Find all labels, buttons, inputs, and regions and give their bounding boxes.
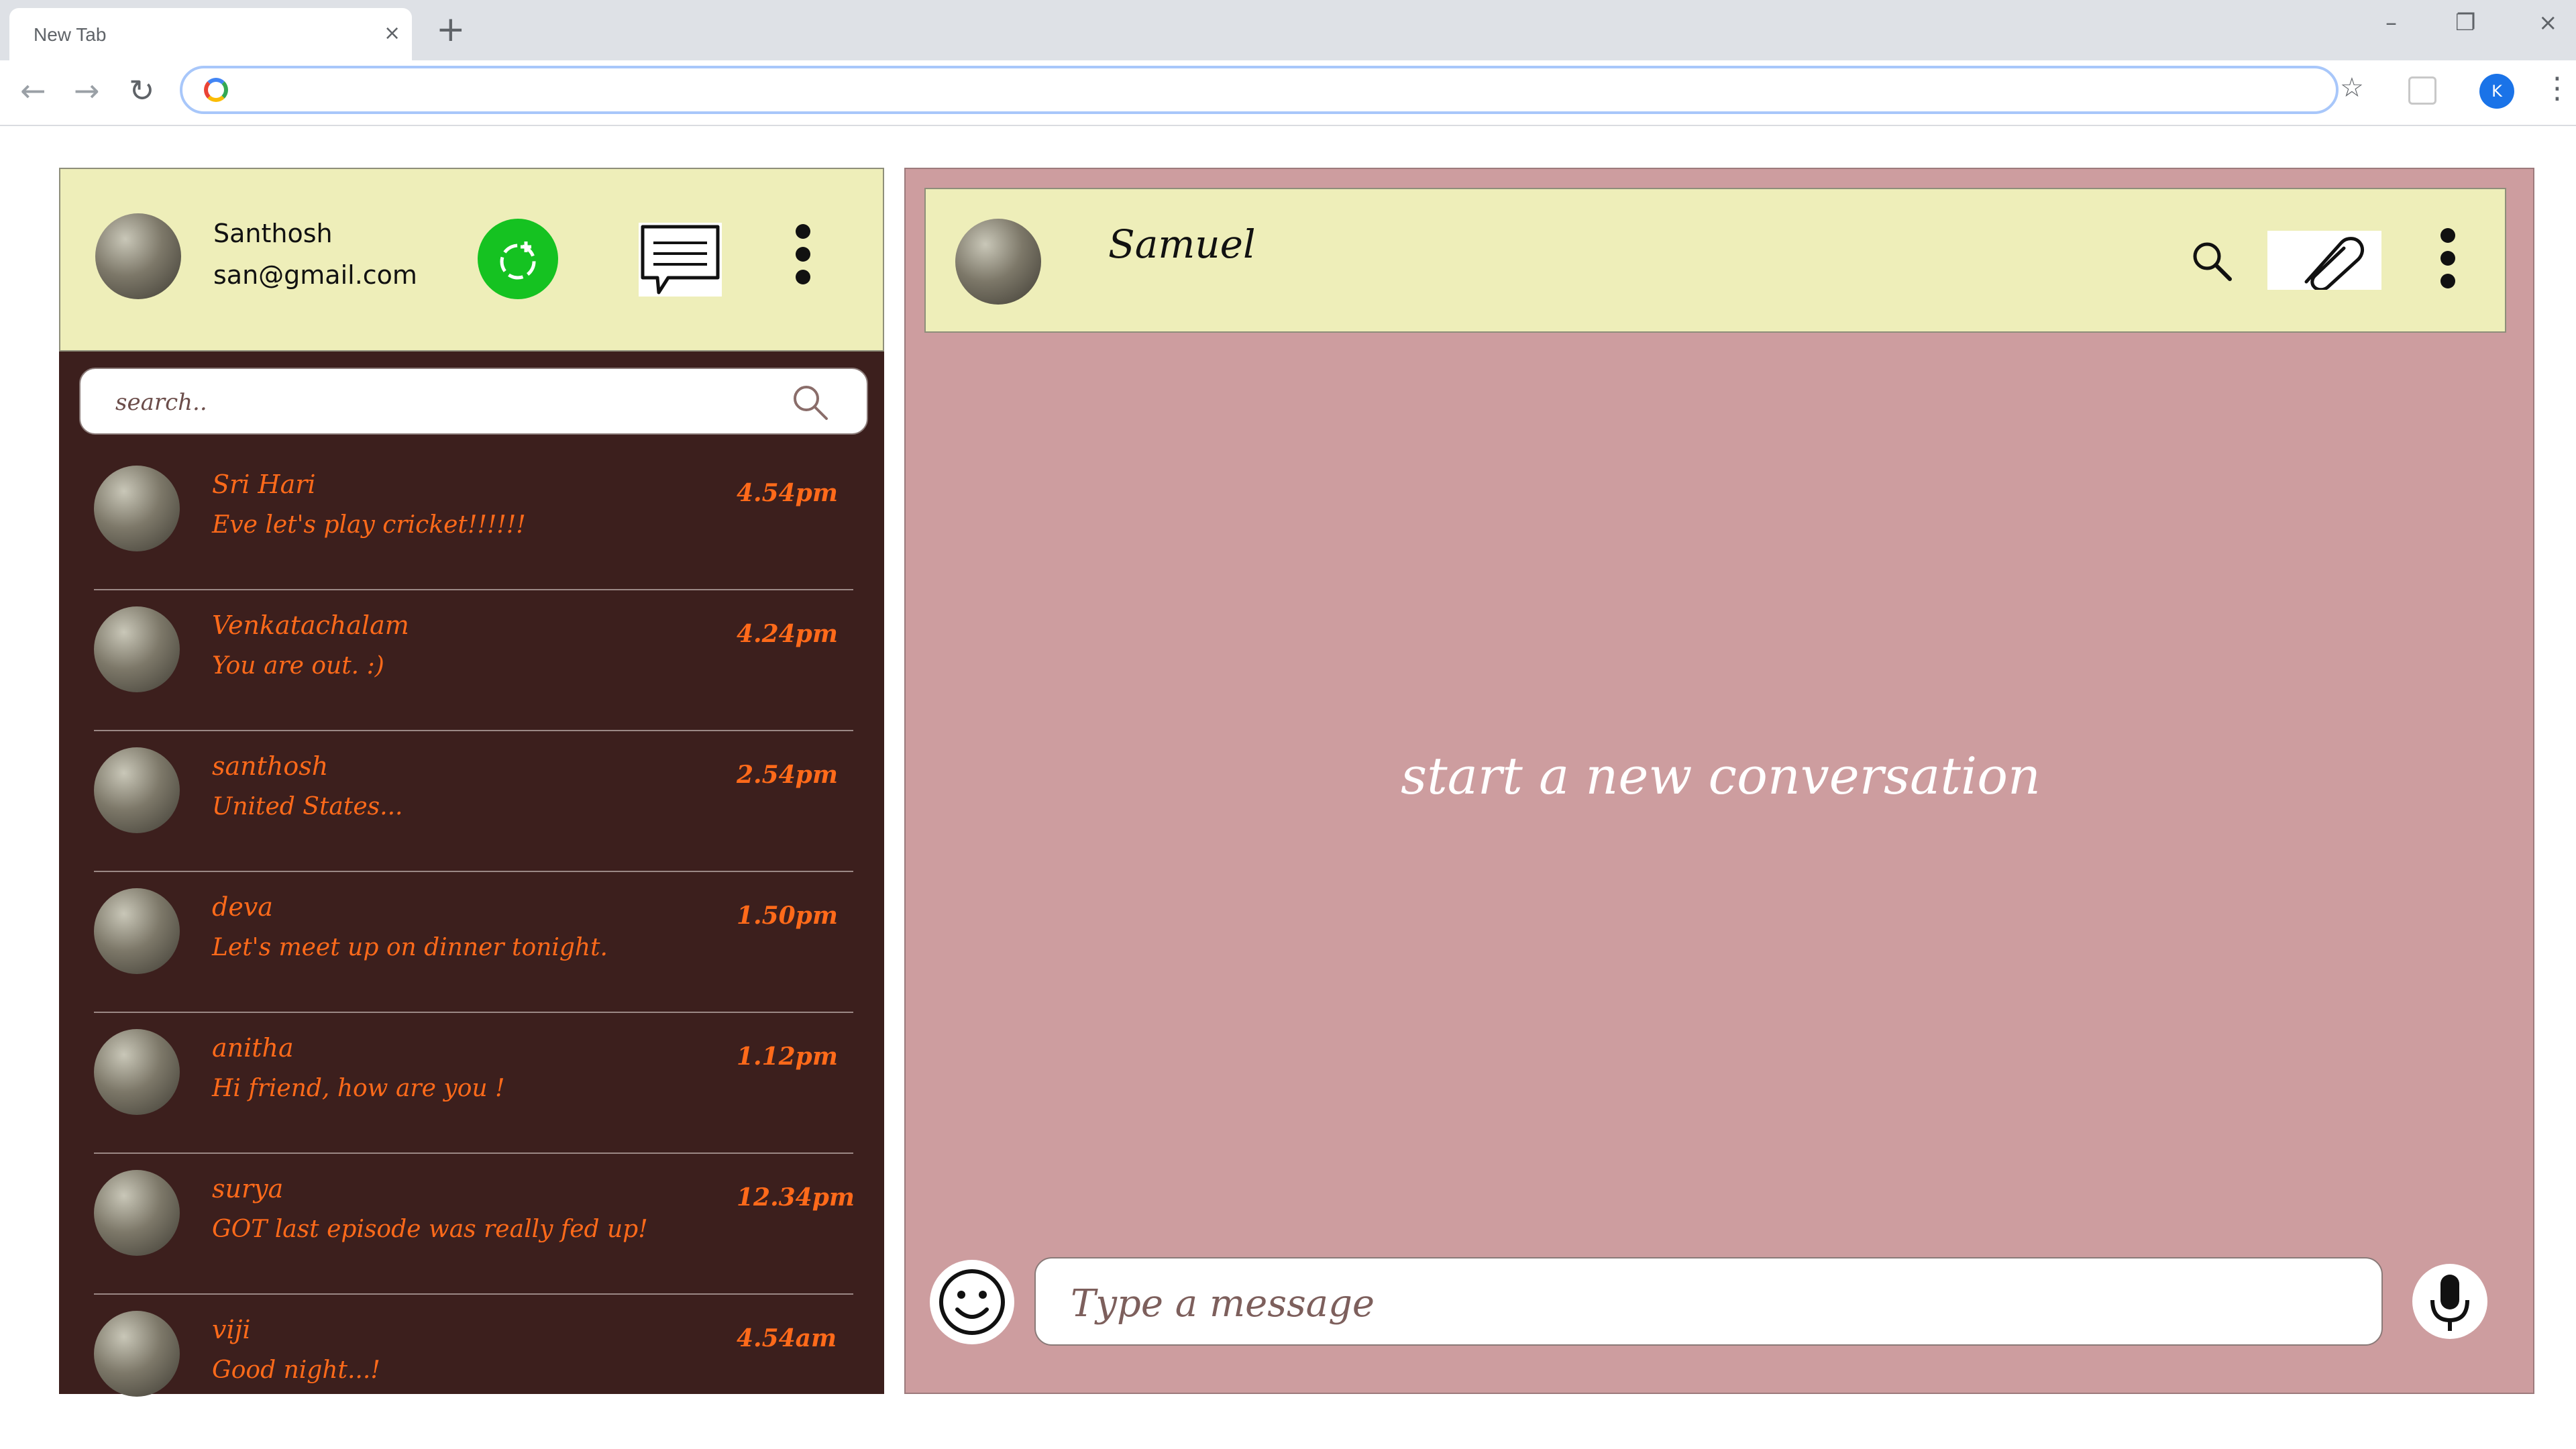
contact-avatar xyxy=(94,747,180,833)
search-box xyxy=(79,368,868,435)
sidebar: Santhosh san@gmail.com search.. Sri Hari… xyxy=(59,168,884,1397)
voice-message-button[interactable] xyxy=(2412,1264,2487,1339)
contact-avatar xyxy=(94,1311,180,1397)
contact-time: 1.12pm xyxy=(737,1042,838,1071)
tab-close-icon[interactable]: × xyxy=(384,21,400,45)
empty-conversation-text: start a new conversation xyxy=(1401,746,2041,806)
contact-avatar xyxy=(94,466,180,551)
dot xyxy=(2440,228,2455,243)
attach-button[interactable] xyxy=(2267,231,2381,292)
dot xyxy=(796,247,810,262)
contact-last-message: Good night...! xyxy=(212,1356,380,1384)
search-input[interactable] xyxy=(114,386,761,419)
peer-avatar[interactable] xyxy=(955,219,1041,305)
google-icon xyxy=(204,78,228,102)
browser-tabstrip: New Tab × + – ❐ × xyxy=(0,0,2576,60)
contact-time: 4.54pm xyxy=(737,479,838,507)
contact-time: 4.54am xyxy=(737,1324,837,1352)
paperclip-icon xyxy=(2304,237,2365,292)
contact-time: 2.54pm xyxy=(737,761,838,789)
my-email: san@gmail.com xyxy=(213,260,417,290)
contact-item[interactable]: anitha Hi friend, how are you ! 1.12pm xyxy=(94,1013,853,1154)
contact-last-message: Let's meet up on dinner tonight. xyxy=(212,934,608,961)
contact-time: 1.50pm xyxy=(737,902,838,930)
browser-tab[interactable]: New Tab × xyxy=(9,8,412,60)
emoji-button[interactable] xyxy=(930,1260,1014,1344)
new-chat-icon xyxy=(641,225,720,294)
contact-last-message: Hi friend, how are you ! xyxy=(212,1075,505,1102)
reload-icon[interactable]: ↻ xyxy=(129,72,155,109)
peer-name: Samuel xyxy=(1108,221,1256,267)
my-name: Santhosh xyxy=(213,219,333,248)
search-icon[interactable] xyxy=(790,382,830,423)
contact-item[interactable]: santhosh United States... 2.54pm xyxy=(94,731,853,872)
chat-menu-icon[interactable] xyxy=(2440,228,2457,295)
minimize-icon[interactable]: – xyxy=(2385,9,2397,36)
contact-name: viji xyxy=(212,1315,251,1344)
sidebar-menu-icon[interactable] xyxy=(796,224,812,284)
profile-avatar[interactable]: K xyxy=(2479,74,2514,109)
contact-avatar xyxy=(94,1170,180,1256)
new-tab-button[interactable]: + xyxy=(436,9,466,50)
contact-name: Sri Hari xyxy=(212,470,316,499)
status-icon xyxy=(500,241,536,280)
contact-last-message: United States... xyxy=(212,793,403,820)
address-bar[interactable] xyxy=(180,66,2339,114)
chat-header: Samuel xyxy=(924,188,2506,333)
dot xyxy=(2440,274,2455,288)
contact-last-message: Eve let's play cricket!!!!!! xyxy=(212,511,526,539)
contact-name: anitha xyxy=(212,1033,294,1063)
back-icon[interactable]: ← xyxy=(20,72,46,109)
tab-title: New Tab xyxy=(34,24,107,45)
contact-name: surya xyxy=(212,1174,284,1203)
message-composer xyxy=(1034,1257,2383,1346)
dot xyxy=(796,224,810,239)
contact-avatar xyxy=(94,888,180,974)
chat-panel: Samuel start a new conversation xyxy=(904,168,2534,1394)
browser-menu-icon[interactable]: ⋮ xyxy=(2542,71,2572,105)
contact-item[interactable]: viji Good night...! 4.54am xyxy=(94,1295,853,1397)
message-input[interactable] xyxy=(1069,1281,2347,1326)
contact-item[interactable]: Venkatachalam You are out. :) 4.24pm xyxy=(94,590,853,731)
bookmark-star-icon[interactable]: ☆ xyxy=(2340,72,2364,103)
smiley-icon xyxy=(939,1269,1005,1335)
dot xyxy=(796,270,810,284)
my-avatar[interactable] xyxy=(95,213,181,299)
contact-last-message: GOT last episode was really fed up! xyxy=(212,1216,648,1243)
restore-icon[interactable]: ❐ xyxy=(2455,9,2475,36)
contact-name: santhosh xyxy=(212,751,329,781)
contact-name: deva xyxy=(212,892,273,922)
contact-item[interactable]: deva Let's meet up on dinner tonight. 1.… xyxy=(94,872,853,1013)
forward-icon[interactable]: → xyxy=(74,72,100,109)
contact-avatar xyxy=(94,606,180,692)
extension-icon[interactable] xyxy=(2408,76,2436,105)
microphone-icon xyxy=(2430,1275,2469,1331)
status-button[interactable] xyxy=(478,219,558,299)
contact-name: Venkatachalam xyxy=(212,610,409,640)
search-icon[interactable] xyxy=(2188,237,2237,286)
sidebar-header: Santhosh san@gmail.com xyxy=(59,168,884,352)
contact-time: 4.24pm xyxy=(737,620,838,648)
contact-item[interactable]: Sri Hari Eve let's play cricket!!!!!! 4.… xyxy=(94,449,853,590)
new-chat-button[interactable] xyxy=(639,223,722,297)
dot xyxy=(2440,251,2455,266)
contact-time: 12.34pm xyxy=(737,1183,855,1212)
contact-item[interactable]: surya GOT last episode was really fed up… xyxy=(94,1154,855,1295)
window-close-icon[interactable]: × xyxy=(2538,9,2558,36)
contact-avatar xyxy=(94,1029,180,1115)
contact-last-message: You are out. :) xyxy=(212,652,384,680)
